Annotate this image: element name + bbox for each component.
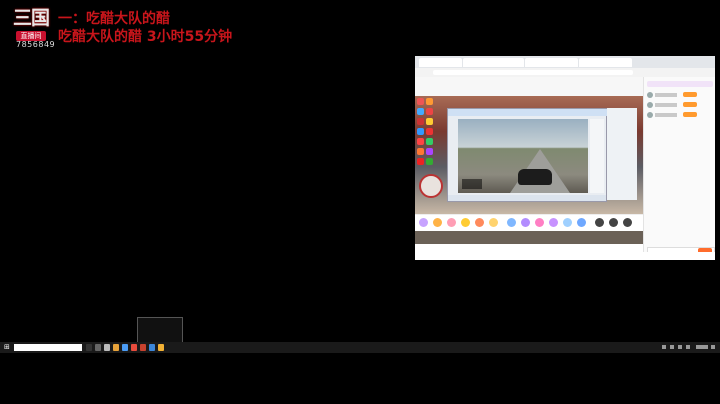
browser-tab-strip bbox=[415, 56, 715, 68]
desktop-app-icon[interactable] bbox=[426, 158, 433, 165]
task-view-icon[interactable] bbox=[86, 344, 92, 351]
overlay-line-2: 吃醋大队的醋 3小时55分钟 bbox=[58, 29, 233, 45]
gift-icon[interactable] bbox=[507, 218, 516, 227]
desktop-app-icon[interactable] bbox=[417, 118, 424, 125]
desktop-app-icon[interactable] bbox=[417, 138, 424, 145]
tray-icon[interactable] bbox=[678, 345, 682, 349]
desktop-app-icon[interactable] bbox=[426, 98, 433, 105]
desktop-app-icon[interactable] bbox=[426, 128, 433, 135]
gift-icon[interactable] bbox=[489, 218, 498, 227]
chat-avatar bbox=[647, 92, 653, 98]
gift-icon[interactable] bbox=[577, 218, 586, 227]
notification-icon[interactable] bbox=[711, 345, 715, 349]
gift-icon[interactable] bbox=[461, 218, 470, 227]
overlay-line-1: 一：吃醋大队的醋 bbox=[58, 11, 170, 27]
chat-message bbox=[647, 111, 713, 119]
browser-tab[interactable] bbox=[525, 58, 578, 67]
chat-badge bbox=[683, 112, 697, 117]
desktop-app-icon[interactable] bbox=[426, 118, 433, 125]
browser-tab-active[interactable] bbox=[463, 58, 524, 67]
windows-start-icon[interactable]: ⊞ bbox=[4, 344, 11, 351]
channel-logo: 三国 直播间 bbox=[10, 5, 52, 43]
gift-icon[interactable] bbox=[549, 218, 558, 227]
room-id: 7856849 bbox=[16, 40, 56, 49]
game-hud bbox=[462, 179, 482, 189]
windows-taskbar: ⊞ bbox=[0, 342, 720, 353]
gift-icon[interactable] bbox=[433, 218, 442, 227]
taskbar-app-icon[interactable] bbox=[149, 344, 155, 351]
embedded-taskbar bbox=[415, 252, 715, 260]
desktop-background bbox=[415, 96, 643, 214]
taskbar-app-icon[interactable] bbox=[104, 344, 110, 351]
chat-avatar bbox=[647, 112, 653, 118]
desktop-app-icon[interactable] bbox=[417, 128, 424, 135]
gift-icon[interactable] bbox=[623, 218, 632, 227]
capture-toolbar bbox=[448, 195, 606, 201]
tray-icon[interactable] bbox=[686, 345, 690, 349]
stream-overlay: 三国 直播间 7856849 一：吃醋大队的醋 吃醋大队的醋 3小时55分钟 bbox=[0, 0, 233, 50]
stream-ranking-panel bbox=[607, 108, 637, 200]
chat-username bbox=[655, 103, 677, 107]
vehicle bbox=[518, 169, 552, 185]
desktop-app-icon[interactable] bbox=[417, 108, 424, 115]
desktop-app-icon[interactable] bbox=[417, 98, 424, 105]
gift-bar bbox=[415, 214, 643, 231]
desktop-app-icon[interactable] bbox=[417, 148, 424, 155]
taskbar-search-input[interactable] bbox=[14, 344, 82, 351]
tray-icon[interactable] bbox=[662, 345, 666, 349]
chat-header bbox=[647, 81, 713, 87]
browser-tab[interactable] bbox=[419, 58, 462, 67]
capture-window-title bbox=[448, 109, 608, 116]
desktop-app-icon[interactable] bbox=[426, 148, 433, 155]
chat-message bbox=[647, 91, 713, 99]
chat-badge bbox=[683, 102, 697, 107]
chat-badge bbox=[683, 92, 697, 97]
game-capture-window bbox=[447, 108, 608, 202]
gift-icon[interactable] bbox=[419, 218, 428, 227]
chat-avatar bbox=[647, 102, 653, 108]
gift-icon[interactable] bbox=[521, 218, 530, 227]
desktop-app-icon[interactable] bbox=[426, 138, 433, 145]
taskbar-thumbnail-popup[interactable] bbox=[137, 317, 183, 344]
folder-icon[interactable] bbox=[113, 344, 119, 351]
clock[interactable] bbox=[696, 345, 708, 349]
tray-icon[interactable] bbox=[670, 345, 674, 349]
logo-mark: 三国 bbox=[12, 7, 50, 29]
gift-icon[interactable] bbox=[563, 218, 572, 227]
gift-icon[interactable] bbox=[595, 218, 604, 227]
stream-player[interactable] bbox=[415, 96, 643, 244]
desktop-app-icon[interactable] bbox=[417, 158, 424, 165]
gift-icon[interactable] bbox=[609, 218, 618, 227]
taskbar-app-icon[interactable] bbox=[95, 344, 101, 351]
chat-panel bbox=[643, 77, 715, 260]
gift-icon[interactable] bbox=[535, 218, 544, 227]
capture-side-panel bbox=[590, 119, 604, 193]
desktop-app-icon[interactable] bbox=[426, 108, 433, 115]
taskbar-app-icon[interactable] bbox=[131, 344, 137, 351]
taskbar-app-icon[interactable] bbox=[158, 344, 164, 351]
taskbar-app-icon[interactable] bbox=[140, 344, 146, 351]
browser-tab[interactable] bbox=[579, 58, 632, 67]
url-field[interactable] bbox=[433, 70, 633, 75]
game-view bbox=[458, 119, 588, 193]
gift-icon[interactable] bbox=[447, 218, 456, 227]
streamer-avatar bbox=[419, 174, 443, 198]
stream-header bbox=[415, 77, 643, 96]
system-tray bbox=[660, 344, 716, 351]
gift-icon[interactable] bbox=[475, 218, 484, 227]
taskbar-app-icon[interactable] bbox=[122, 344, 128, 351]
chat-username bbox=[655, 113, 677, 117]
embedded-browser-window bbox=[415, 56, 715, 260]
chat-username bbox=[655, 93, 677, 97]
chat-message bbox=[647, 101, 713, 109]
